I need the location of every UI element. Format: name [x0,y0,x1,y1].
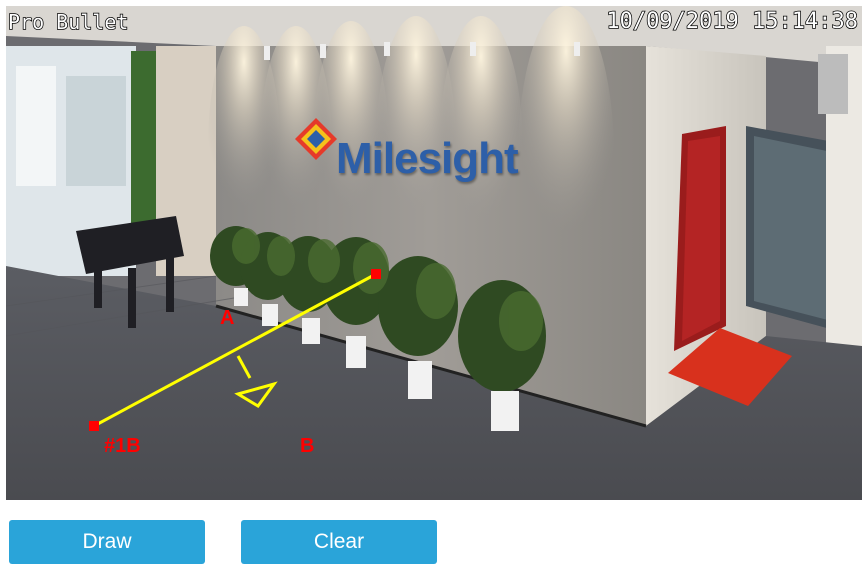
label-line-id: #1B [104,435,141,457]
clear-button[interactable]: Clear [241,520,437,564]
label-side-a: A [220,307,234,329]
draw-button[interactable]: Draw [9,520,205,564]
label-side-b: B [300,435,314,457]
line-crossing-settings: Milesight Pro Bullet 10/09/2019 15:14:38… [0,0,863,566]
video-preview[interactable]: Milesight Pro Bullet 10/09/2019 15:14:38… [6,6,862,500]
line-labels: A B #1B [104,307,314,457]
